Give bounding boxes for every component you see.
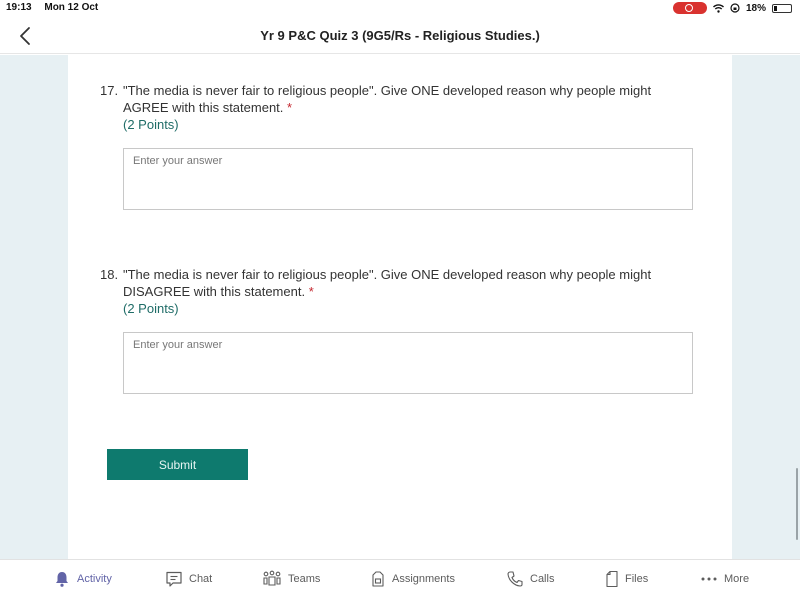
- tab-files[interactable]: Files: [605, 570, 648, 588]
- status-left: 19:13 Mon 12 Oct: [6, 2, 108, 13]
- required-mark: *: [308, 284, 314, 299]
- wifi-icon: [712, 3, 724, 13]
- answer-input-18[interactable]: [123, 332, 693, 394]
- file-icon: [606, 570, 618, 588]
- orientation-lock-icon: [730, 3, 740, 13]
- answer-input-17[interactable]: [123, 148, 693, 210]
- bottom-tab-bar: Activity Chat Teams Assignments Calls Fi…: [0, 559, 800, 600]
- teams-icon: [263, 570, 281, 586]
- question-text: "The media is never fair to religious pe…: [123, 267, 652, 299]
- nav-bar: Yr 9 P&C Quiz 3 (9G5/Rs - Religious Stud…: [0, 18, 800, 54]
- bell-icon: [56, 572, 68, 587]
- tab-more[interactable]: More: [700, 570, 749, 588]
- scrollbar[interactable]: [796, 468, 798, 540]
- status-date: Mon 12 Oct: [44, 2, 99, 13]
- question-text-block: "The media is never fair to religious pe…: [123, 82, 683, 133]
- status-time: 19:13: [6, 2, 32, 13]
- status-right: 18%: [672, 2, 792, 14]
- question-points: (2 Points): [123, 301, 179, 316]
- tab-label: Chat: [189, 573, 213, 585]
- status-bar: 19:13 Mon 12 Oct 18%: [0, 0, 800, 18]
- battery-level: [774, 5, 778, 11]
- tab-activity[interactable]: Activity: [53, 570, 112, 588]
- submit-button[interactable]: Submit: [107, 449, 248, 480]
- tab-chat[interactable]: Chat: [165, 570, 212, 588]
- tab-teams[interactable]: Teams: [262, 570, 320, 588]
- more-icon: [701, 577, 717, 581]
- assignments-icon: [372, 571, 384, 587]
- question-number: 18.: [100, 267, 119, 282]
- question-text-block: "The media is never fair to religious pe…: [123, 266, 683, 317]
- phone-icon: [507, 571, 523, 587]
- page-title: Yr 9 P&C Quiz 3 (9G5/Rs - Religious Stud…: [260, 28, 540, 43]
- tab-label: Calls: [530, 573, 555, 585]
- tab-label: Activity: [77, 573, 112, 585]
- question-points: (2 Points): [123, 117, 179, 132]
- screen-record-icon[interactable]: [672, 2, 707, 14]
- question-number: 17.: [100, 83, 119, 98]
- tab-assignments[interactable]: Assignments: [370, 570, 455, 588]
- tab-label: Teams: [288, 573, 321, 585]
- chat-icon: [166, 571, 182, 587]
- battery-percent: 18%: [745, 2, 766, 14]
- tab-label: More: [724, 573, 750, 585]
- tab-label: Files: [625, 573, 649, 585]
- required-mark: *: [287, 100, 293, 115]
- battery-icon: [772, 3, 792, 13]
- question-text: "The media is never fair to religious pe…: [123, 83, 652, 115]
- tab-label: Assignments: [392, 573, 455, 585]
- tab-calls[interactable]: Calls: [506, 570, 554, 588]
